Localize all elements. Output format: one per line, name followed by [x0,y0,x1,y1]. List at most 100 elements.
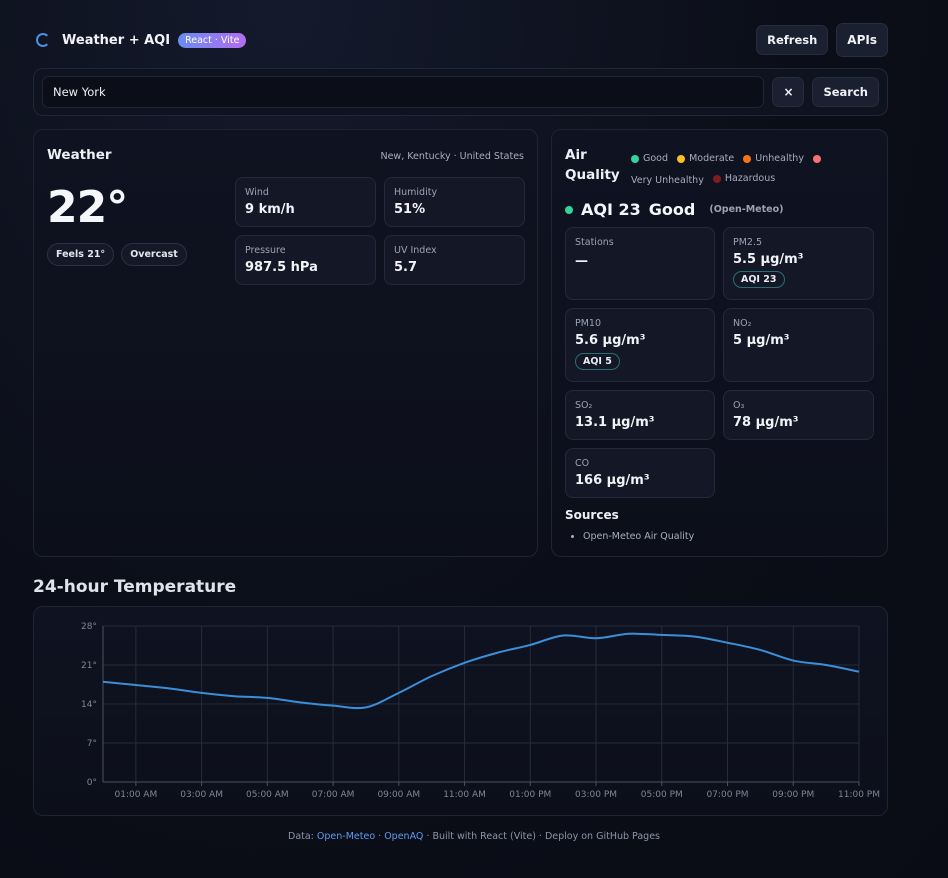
pollutant-value: 5.5 µg/m³ [733,252,804,267]
location-label: New, Kentucky · United States [380,151,524,162]
legend-dot-icon [812,155,821,163]
openaq-link[interactable]: OpenAQ [384,831,423,842]
source-item: Open-Meteo Air Quality [583,531,694,542]
pollutant-o3: O₃ 78 µg/m³ [723,390,874,440]
metric-humidity: Humidity 51% [384,177,525,227]
pollutant-label: PM2.5 [733,237,763,248]
pollutant-no2: NO₂ 5 µg/m³ [723,308,874,382]
header: Weather + AQI React · Vite Refresh APIs [33,22,888,58]
refresh-button[interactable]: Refresh [756,25,829,55]
x-tick-label: 01:00 AM [115,790,158,800]
weather-card: Weather New, Kentucky · United States 22… [33,129,538,557]
app-title: Weather + AQI [62,32,171,48]
metric-value: 9 km/h [245,202,295,217]
sources-list: Open-Meteo Air Quality [583,531,694,542]
x-tick-label: 11:00 AM [443,790,486,800]
x-tick-label: 03:00 AM [180,790,223,800]
x-tick-label: 05:00 PM [641,790,683,800]
x-tick-label: 01:00 PM [509,790,551,800]
footer-separator: · [375,831,385,842]
legend-label: Very Unhealthy [631,175,704,186]
feels-like-chip: Feels 21° [47,243,115,266]
y-tick-label: 14° [81,700,97,710]
pollutant-value: 13.1 µg/m³ [575,415,655,430]
temperature-chart: 0° 7° 14° 21° 28° 01:00 AM 03:00 AM 05:00 AM 07:… [81,622,880,800]
open-meteo-link[interactable]: Open-Meteo [317,831,375,842]
aqi-category: Good [648,200,696,219]
air-quality-card: Air Quality Good Moderate Unhealthy Very… [551,129,888,557]
pollutant-pm10: PM10 5.6 µg/m³ AQI 5 [565,308,715,382]
metric-value: 5.7 [394,260,418,275]
temperature-series-line [102,632,860,710]
air-quality-title: Air Quality [565,147,620,183]
metric-label: UV Index [394,245,437,256]
apis-button[interactable]: APIs [836,23,888,57]
legend-item-very-unhealthy: Very Unhealthy [631,172,704,190]
y-tick-label: 28° [81,622,97,632]
x-tick-label: 11:00 PM [838,790,880,800]
legend-item-unhealthy: Unhealthy [743,150,804,168]
search-button[interactable]: Search [812,77,879,107]
city-search-input[interactable] [42,76,765,108]
pollutant-co: CO 166 µg/m³ [565,448,715,498]
aqi-status-dot-icon [565,205,573,214]
metric-wind: Wind 9 km/h [235,177,376,227]
y-tick-label: 21° [81,661,97,671]
weather-chips: Feels 21° Overcast [47,243,187,266]
y-tick-label: 0° [87,778,97,788]
clear-button[interactable]: × [772,77,805,107]
pollutant-value: — [575,254,588,269]
metric-uv-index: UV Index 5.7 [384,235,525,285]
pollutant-label: NO₂ [733,318,752,329]
pollutant-value: 166 µg/m³ [575,473,650,488]
pollutant-pm25: PM2.5 5.5 µg/m³ AQI 23 [723,227,874,300]
footer: Data: Open-Meteo · OpenAQ · Built with R… [0,831,948,842]
pollutant-label: O₃ [733,400,745,411]
pollutant-value: 5 µg/m³ [733,333,790,348]
legend-item-moderate: Moderate [677,150,734,168]
legend-label: Moderate [689,153,735,164]
x-tick-label: 09:00 PM [772,790,814,800]
legend-label: Good [643,153,669,164]
metric-label: Wind [245,187,269,198]
weather-title: Weather [47,147,112,163]
footer-prefix: Data: [288,831,317,842]
pollutant-stations: Stations — [565,227,715,300]
chart-heading: 24-hour Temperature [33,577,237,597]
app-root: Weather + AQI React · Vite Refresh APIs … [0,0,948,878]
tech-badge: React · Vite [178,32,247,48]
legend-label: Unhealthy [755,153,804,164]
metric-pressure: Pressure 987.5 hPa [235,235,376,285]
sources-title: Sources [565,508,619,522]
legend-label: Hazardous [724,173,776,184]
pollutant-label: PM10 [575,318,602,329]
header-actions: Refresh APIs [756,23,888,57]
x-tick-label: 05:00 AM [246,790,289,800]
legend-item-very-unhealthy-dot [812,155,825,163]
legend-dot-icon [677,155,686,163]
metric-value: 987.5 hPa [245,260,318,275]
aqi-value: AQI 23 [581,200,641,219]
legend-dot-icon [712,175,721,183]
metric-label: Humidity [394,187,438,198]
aqi-legend: Good Moderate Unhealthy Very Unhealthy H… [631,150,871,190]
condition-chip: Overcast [121,243,187,266]
legend-dot-icon [743,155,752,163]
legend-dot-icon [631,155,639,163]
loading-spinner-icon [36,33,50,47]
search-bar: × Search [33,68,888,116]
pollutant-label: SO₂ [575,400,593,411]
pollutant-aqi-badge: AQI 23 [733,271,785,288]
legend-item-hazardous: Hazardous [712,170,776,188]
metric-label: Pressure [245,245,286,256]
footer-suffix: · Built with React (Vite) · Deploy on Gi… [423,831,660,842]
x-tick-label: 07:00 PM [707,790,749,800]
temperature-chart-card: 0° 7° 14° 21° 28° 01:00 AM 03:00 AM 05:00 AM 07:… [33,606,888,816]
x-tick-label: 07:00 AM [312,790,355,800]
legend-item-good: Good [631,150,668,168]
pollutant-so2: SO₂ 13.1 µg/m³ [565,390,715,440]
pollutant-label: CO [575,458,590,469]
pollutant-label: Stations [575,237,614,248]
pollutant-value: 5.6 µg/m³ [575,333,646,348]
x-tick-label: 09:00 AM [377,790,420,800]
